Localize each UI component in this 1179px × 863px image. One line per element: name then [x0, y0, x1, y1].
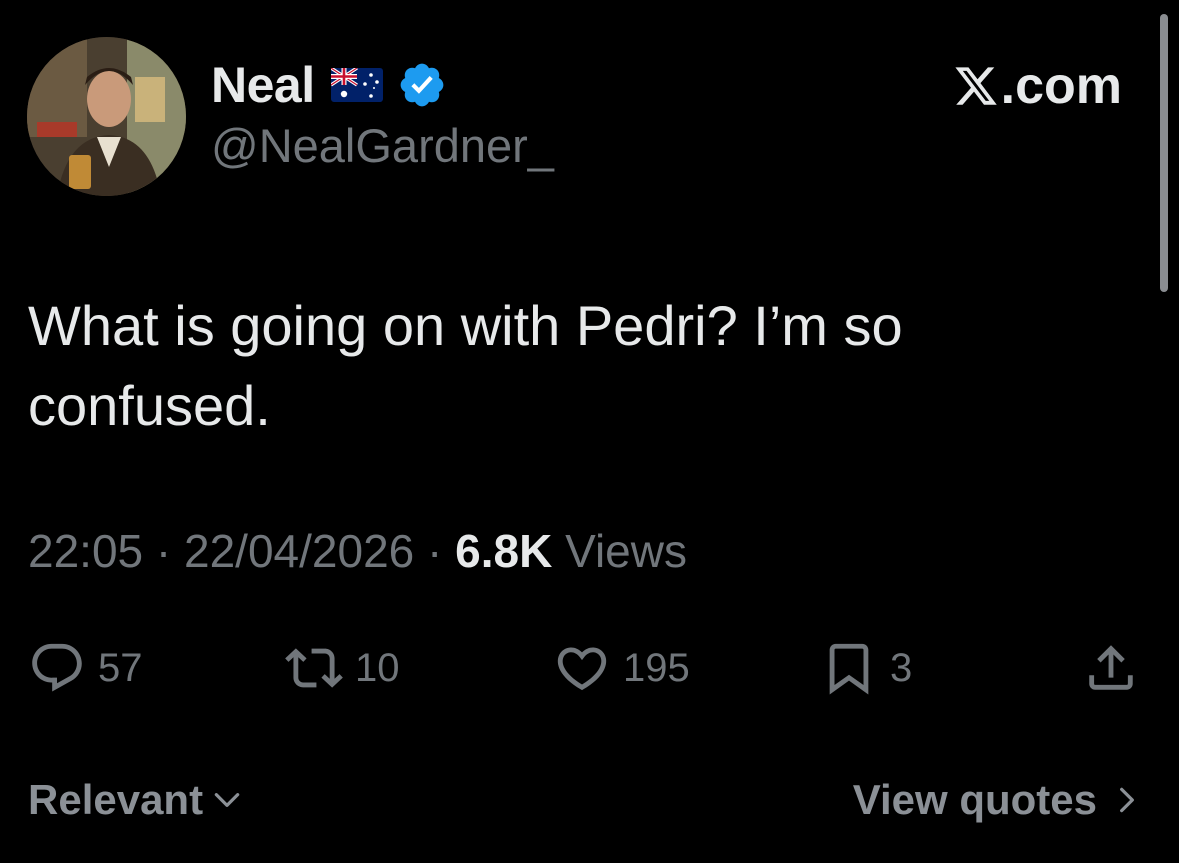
tweet-text: What is going on with Pedri? I’m so conf…: [28, 294, 903, 437]
sort-replies-dropdown[interactable]: Relevant: [28, 776, 243, 824]
meta-separator: ·: [155, 525, 172, 577]
reply-icon: [32, 643, 82, 692]
bookmark-count: 3: [890, 645, 913, 690]
chevron-down-icon: [214, 793, 240, 807]
scrollbar[interactable]: [1160, 14, 1168, 292]
action-bar: 57 10 195 3: [0, 638, 1179, 698]
tweet-time[interactable]: 22:05: [28, 525, 143, 577]
x-logo-icon: [955, 67, 997, 105]
reply-button[interactable]: 57: [28, 638, 143, 698]
like-button[interactable]: 195: [553, 638, 690, 698]
repost-icon: [285, 648, 343, 688]
tweet-date[interactable]: 22/04/2026: [184, 525, 414, 577]
repost-count: 10: [355, 645, 400, 690]
verified-badge-icon: [400, 63, 443, 107]
avatar[interactable]: [27, 37, 186, 196]
author-display-name[interactable]: Neal: [211, 56, 315, 114]
bookmark-button[interactable]: 3: [820, 638, 912, 698]
like-count: 195: [623, 645, 690, 690]
australia-flag-icon: [330, 68, 383, 102]
heart-icon: [557, 647, 607, 691]
sort-label: Relevant: [28, 776, 204, 823]
view-quotes-label: View quotes: [852, 776, 1097, 823]
author-name-row[interactable]: Neal: [211, 54, 447, 116]
tweet-meta: 22:05 · 22/04/2026 · 6.8K Views: [28, 524, 687, 578]
views-count[interactable]: 6.8K: [455, 525, 552, 577]
share-icon: [1089, 645, 1133, 690]
source-domain: .com: [1000, 57, 1122, 115]
reply-count: 57: [98, 645, 143, 690]
view-quotes-link[interactable]: View quotes: [853, 776, 1143, 824]
author-handle[interactable]: @NealGardner_: [211, 118, 554, 173]
profile-photo: [27, 37, 186, 196]
meta-separator: ·: [427, 525, 443, 577]
chevron-right-icon: [1120, 787, 1134, 813]
repost-button[interactable]: 10: [285, 638, 400, 698]
bookmark-icon: [829, 643, 869, 695]
source-label: .com: [953, 56, 1122, 116]
views-label: Views: [565, 525, 687, 577]
share-button[interactable]: [1082, 638, 1140, 698]
